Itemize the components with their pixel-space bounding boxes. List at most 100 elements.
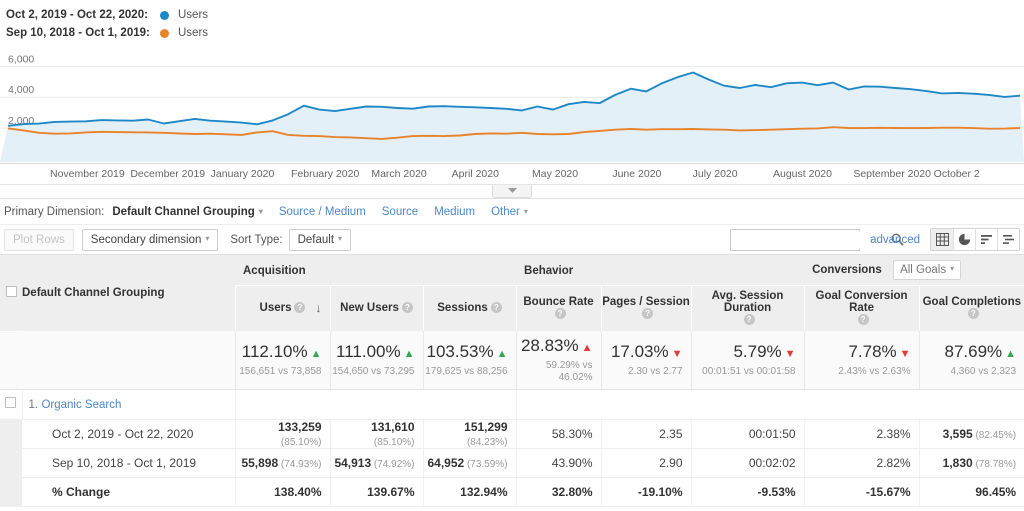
trend-down-icon: ▼: [899, 347, 911, 360]
percent-change-row: % Change 138.40% 139.67% 132.94% 32.80% -19.1…: [0, 477, 1024, 507]
column-header-new-users-label: New Users: [340, 302, 399, 315]
behavior-group-label: Behavior: [524, 264, 574, 277]
metric-cell: 151,299 (84.23%): [422, 419, 517, 449]
summary-value: 111.00% ▲: [336, 341, 415, 361]
help-icon[interactable]: ?: [294, 302, 306, 314]
metric-cell: 64,952 (73.59%): [422, 448, 517, 478]
period-label-cell: Sep 10, 2018 - Oct 1, 2019: [22, 448, 235, 478]
column-header-users[interactable]: Users? ↓: [234, 285, 330, 331]
plot-rows-button[interactable]: Plot Rows: [4, 228, 74, 251]
table-search-box[interactable]: [730, 228, 904, 251]
metric-cell: 133,259 (85.10%): [234, 419, 330, 449]
summary-value: 87.69% ▲: [944, 341, 1017, 361]
select-all-checkbox[interactable]: [5, 285, 17, 297]
primary-dimension-medium[interactable]: Medium: [434, 206, 475, 218]
help-icon[interactable]: ?: [642, 308, 654, 320]
legend-date-range-current: Oct 2, 2019 - Oct 22, 2020:: [6, 9, 148, 21]
pivot-view-icon[interactable]: [997, 229, 1019, 250]
period-data-row: Oct 2, 2019 - Oct 22, 2020 133,259 (85.10…: [0, 419, 1024, 449]
bars-glyph: [981, 235, 992, 244]
legend-row-compare: Sep 10, 2018 - Oct 1, 2019: Users: [6, 24, 1024, 42]
primary-dimension-other[interactable]: Other ▾: [491, 206, 528, 218]
y-axis-tick-label: 6,000: [8, 53, 34, 65]
acquisition-group-label: Acquisition: [243, 264, 306, 277]
x-axis-tick-label: December 2019: [130, 168, 206, 180]
metric-cell: 96.45%: [918, 477, 1024, 507]
primary-dimension-active[interactable]: Default Channel Grouping ▾: [112, 206, 263, 218]
summary-cell: 5.79% ▼ 00:01:51 vs 00:01:58: [690, 331, 805, 390]
summary-comparison: 00:01:51 vs 00:01:58: [702, 365, 796, 377]
metric-value: 132.94%: [460, 484, 508, 499]
summary-checkbox-cell: [0, 331, 22, 390]
column-header-bounce-rate[interactable]: Bounce Rate?: [515, 285, 602, 331]
metric-percent: (78.78%): [972, 458, 1017, 470]
x-axis-tick-label: November 2019: [50, 168, 125, 180]
metric-percent: (84.23%): [466, 436, 508, 448]
group-header-acquisition: Acquisition: [235, 255, 517, 286]
metric-value: 3,595: [942, 426, 973, 441]
metric-cell: 2.82%: [803, 448, 920, 478]
primary-dimension-source[interactable]: Source: [382, 206, 418, 218]
pie-view-icon[interactable]: [953, 229, 975, 250]
bar-view-icon[interactable]: [975, 229, 997, 250]
x-axis-tick-label: October 2: [933, 168, 980, 180]
column-header-goal-conversion-rate[interactable]: Goal Conversion Rate?: [803, 285, 920, 331]
row-checkbox[interactable]: [5, 397, 17, 408]
metric-cell: 139.67%: [329, 477, 423, 507]
row-dimension-cell: 1. Organic Search: [21, 389, 235, 420]
column-header-avg-session-duration[interactable]: Avg. Session Duration?: [690, 285, 805, 331]
metric-percent: (74.93%): [278, 458, 322, 470]
table-view-icon[interactable]: [931, 229, 953, 250]
table-row: 1. Organic Search: [0, 389, 1024, 420]
summary-comparison: 2.30 vs 2.77: [628, 365, 683, 377]
table-summary-row: 112.10% ▲ 156,651 vs 73,858 111.00% ▲ 154,650…: [0, 331, 1024, 390]
metric-value: 133,259: [278, 419, 322, 434]
help-icon[interactable]: ?: [490, 302, 502, 314]
summary-cell: 7.78% ▼ 2.43% vs 2.63%: [803, 331, 920, 390]
metric-cell: -15.67%: [803, 477, 920, 507]
metric-cell: 00:02:02: [690, 448, 805, 478]
metric-value: 00:02:02: [748, 455, 796, 470]
summary-comparison: 2.43% vs 2.63%: [838, 365, 911, 377]
sort-descending-icon[interactable]: ↓: [316, 301, 322, 315]
primary-dimension-other-text: Other: [491, 205, 520, 218]
help-icon[interactable]: ?: [857, 314, 869, 326]
help-icon[interactable]: ?: [554, 308, 566, 320]
row-link-organic-search[interactable]: Organic Search: [41, 399, 121, 411]
help-icon[interactable]: ?: [967, 308, 979, 320]
legend-series-compare: Users: [178, 27, 209, 39]
chevron-down-icon: ▾: [338, 234, 343, 243]
trend-down-icon: ▼: [671, 347, 683, 360]
row-spacer-cell: [0, 419, 22, 449]
metric-percent: (85.10%): [280, 436, 322, 448]
summary-comparison: 154,650 vs 73,295: [332, 365, 415, 377]
legend-dot-current: [160, 10, 169, 20]
chevron-down-icon: ▾: [205, 234, 210, 243]
metric-cell: 43.90%: [515, 448, 602, 478]
primary-dimension-source-medium[interactable]: Source / Medium: [279, 206, 366, 218]
metric-cell: -9.53%: [690, 477, 805, 507]
help-icon[interactable]: ?: [401, 302, 413, 314]
users-timeseries-chart[interactable]: 6,000 4,000 2,000: [0, 48, 1024, 163]
summary-cell: 103.53% ▲ 179,625 vs 88,256: [422, 331, 517, 390]
dimension-header-cell: Default Channel Grouping: [22, 255, 235, 331]
column-header-goal-completions[interactable]: Goal Completions?: [918, 285, 1024, 331]
summary-cell: 111.00% ▲ 154,650 vs 73,295: [329, 331, 423, 390]
secondary-dimension-button[interactable]: Secondary dimension ▾: [81, 228, 219, 251]
sort-type-select[interactable]: Default ▾: [288, 228, 352, 251]
metric-value: -9.53%: [757, 484, 796, 499]
metric-value: 2.82%: [876, 455, 911, 470]
collapse-chart-button[interactable]: [492, 185, 532, 198]
column-header-pages-session[interactable]: Pages / Session?: [600, 285, 692, 331]
metric-value: 138.40%: [274, 484, 322, 499]
row-index: 1.: [28, 399, 39, 411]
column-header-sessions[interactable]: Sessions?: [422, 285, 517, 331]
metric-cell: 1,830 (78.78%): [918, 448, 1024, 478]
metric-cell: 2.35: [600, 419, 692, 449]
help-icon[interactable]: ?: [743, 314, 755, 326]
advanced-search-link[interactable]: advanced: [870, 234, 920, 246]
metric-cell: 55,898 (74.93%): [234, 448, 330, 478]
search-input[interactable]: [731, 230, 892, 249]
column-header-new-users[interactable]: New Users?: [329, 285, 423, 331]
goal-selector[interactable]: All Goals ▾: [893, 259, 962, 280]
